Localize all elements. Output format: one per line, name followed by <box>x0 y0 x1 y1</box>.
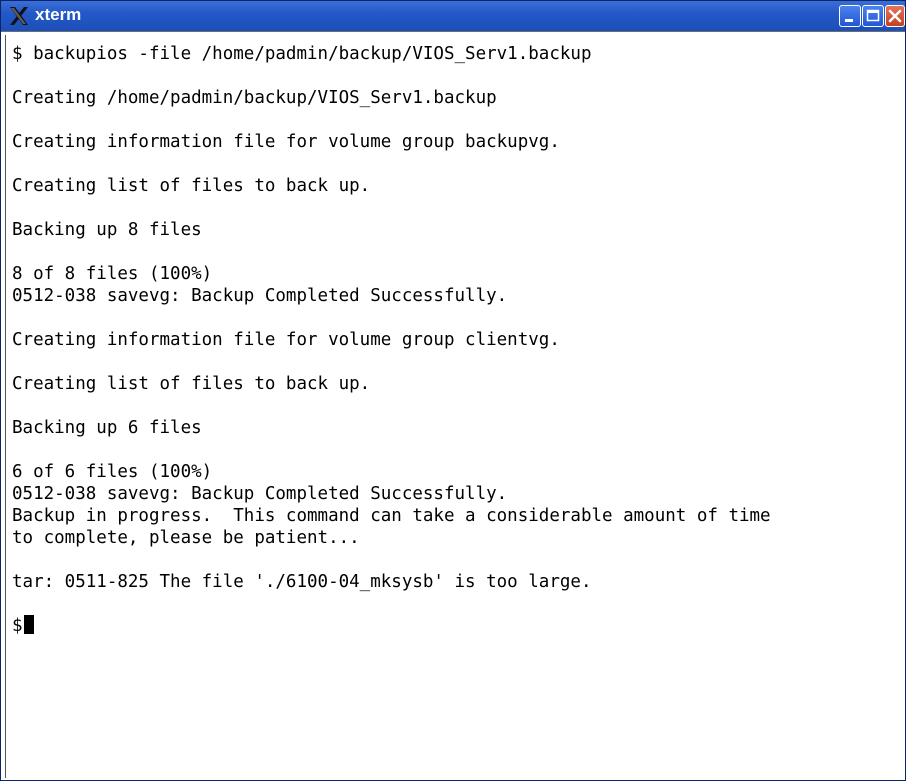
maximize-icon <box>866 9 880 22</box>
terminal-output: $ backupios -file /home/padmin/backup/VI… <box>12 43 899 637</box>
terminal-line: Backup in progress. This command can tak… <box>12 506 771 526</box>
window-title: xterm <box>35 5 82 24</box>
close-icon <box>888 9 902 23</box>
terminal-line: Creating information file for volume gro… <box>12 330 560 350</box>
maximize-button[interactable] <box>862 5 884 27</box>
terminal-line: 0512-038 savevg: Backup Completed Succes… <box>12 286 508 306</box>
terminal-line: $ backupios -file /home/padmin/backup/VI… <box>12 44 592 64</box>
close-button[interactable] <box>885 5 905 27</box>
text-cursor <box>23 615 34 634</box>
terminal-line: Creating /home/padmin/backup/VIOS_Serv1.… <box>12 88 497 108</box>
prompt-line[interactable]: $ <box>12 615 899 637</box>
shell-prompt: $ <box>12 616 23 636</box>
terminal-line: 0512-038 savevg: Backup Completed Succes… <box>12 484 508 504</box>
terminal-line: Creating list of files to back up. <box>12 176 371 196</box>
minimize-icon <box>845 19 853 22</box>
terminal-line: Creating list of files to back up. <box>12 374 371 394</box>
title-bar[interactable]: xterm <box>1 1 905 32</box>
xterm-window: xterm $ backupios -file /home/padmin/bac… <box>0 0 906 781</box>
terminal-area[interactable]: $ backupios -file /home/padmin/backup/VI… <box>5 35 903 778</box>
terminal-line: Backing up 8 files <box>12 220 202 240</box>
x-logo-icon <box>10 7 28 25</box>
terminal-line: Backing up 6 files <box>12 418 202 438</box>
terminal-line: to complete, please be patient... <box>12 528 360 548</box>
terminal-line: 8 of 8 files (100%) <box>12 264 213 284</box>
terminal-line: 6 of 6 files (100%) <box>12 462 213 482</box>
minimize-button[interactable] <box>839 5 861 27</box>
terminal-line: Creating information file for volume gro… <box>12 132 560 152</box>
terminal-line: tar: 0511-825 The file './6100-04_mksysb… <box>12 572 592 592</box>
